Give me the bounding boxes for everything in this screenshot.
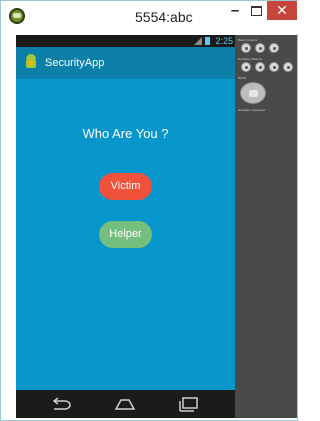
emulator-window: 5554:abc – ✕ 2:25 SecurityApp Who Are Yo… (0, 0, 299, 421)
app-title: SecurityApp (45, 57, 105, 69)
home-hw-icon[interactable] (241, 62, 251, 72)
window-titlebar[interactable]: 5554:abc – ✕ (1, 1, 299, 34)
close-button[interactable]: ✕ (267, 1, 297, 20)
emulator-controls-panel: Basic Controls Hardware Buttons DPAD Har… (235, 35, 297, 418)
basic-controls-label: Basic Controls (238, 38, 258, 42)
volume-up-icon[interactable] (255, 43, 265, 53)
window-title: 5554:abc (135, 9, 193, 25)
hardware-buttons-label: Hardware Buttons (238, 57, 263, 61)
home-icon[interactable] (113, 395, 137, 413)
helper-button[interactable]: Helper (99, 221, 152, 248)
status-bar: 2:25 (16, 35, 235, 47)
action-bar: SecurityApp (16, 47, 235, 79)
maximize-button[interactable] (249, 4, 265, 18)
power-icon[interactable] (269, 43, 279, 53)
menu-hw-icon[interactable] (255, 62, 265, 72)
signal-icon (194, 37, 202, 45)
dpad-center-button[interactable] (249, 90, 258, 97)
dpad-label: DPAD (238, 76, 247, 80)
victim-button[interactable]: Victim (99, 173, 152, 200)
search-hw-icon[interactable] (283, 62, 293, 72)
status-clock: 2:25 (215, 36, 233, 46)
battery-icon (205, 37, 210, 45)
hardware-keyboard-label: Hardware Keyboard (238, 108, 265, 112)
maximize-icon (251, 6, 262, 16)
volume-down-icon[interactable] (241, 43, 251, 53)
main-content: Who Are You ? Victim Helper (16, 79, 235, 390)
recents-icon[interactable] (177, 395, 201, 413)
back-hw-icon[interactable] (269, 62, 279, 72)
navigation-bar (16, 390, 235, 418)
device-screen: 2:25 SecurityApp Who Are You ? Victim He… (16, 35, 235, 418)
android-emulator-icon (9, 8, 25, 24)
back-icon[interactable] (49, 395, 73, 413)
android-app-icon (26, 54, 36, 68)
question-heading: Who Are You ? (82, 126, 169, 141)
dpad-control[interactable] (240, 82, 266, 104)
minimize-button[interactable]: – (225, 3, 245, 23)
